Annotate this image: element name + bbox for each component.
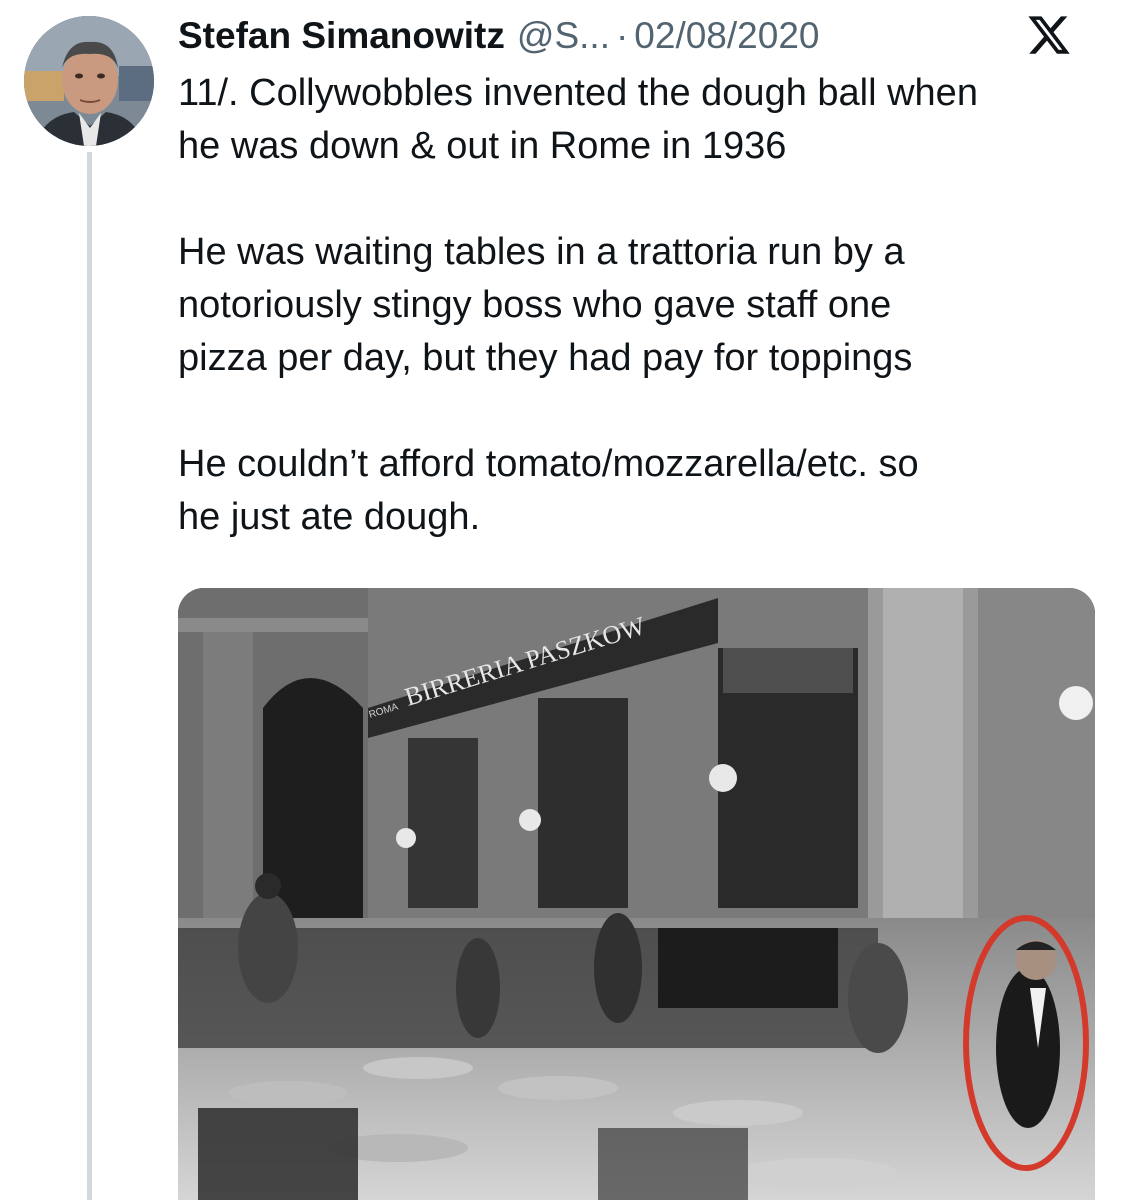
tweet-line: he just ate dough.: [178, 496, 481, 538]
author-avatar[interactable]: [24, 16, 154, 146]
tweet-line: he was down & out in Rome in 1936: [178, 125, 787, 167]
historic-cafe-photo: BIRRERIA PASZKOW ROMA: [178, 588, 1095, 1200]
tweet-line: 11/. Collywobbles invented the dough bal…: [178, 72, 978, 114]
tweet-header: Stefan Simanowitz @S... · 02/08/2020: [178, 10, 819, 62]
x-logo-icon[interactable]: [1026, 12, 1072, 58]
author-name[interactable]: Stefan Simanowitz: [178, 10, 505, 62]
tweet-text: 11/. Collywobbles invented the dough bal…: [178, 67, 1098, 544]
tweet-line: He was waiting tables in a trattoria run…: [178, 231, 905, 273]
thread-connector-line: [87, 152, 92, 1200]
avatar-photo: [24, 16, 154, 146]
tweet-line: pizza per day, but they had pay for topp…: [178, 337, 913, 379]
tweet-media-photo[interactable]: BIRRERIA PASZKOW ROMA: [178, 588, 1095, 1200]
author-handle[interactable]: @S...: [517, 10, 610, 62]
tweet-line: notoriously stingy boss who gave staff o…: [178, 284, 892, 326]
separator-dot: ·: [615, 15, 629, 56]
tweet-date[interactable]: 02/08/2020: [634, 10, 819, 62]
tweet-line: He couldn’t afford tomato/mozzarella/etc…: [178, 443, 919, 485]
